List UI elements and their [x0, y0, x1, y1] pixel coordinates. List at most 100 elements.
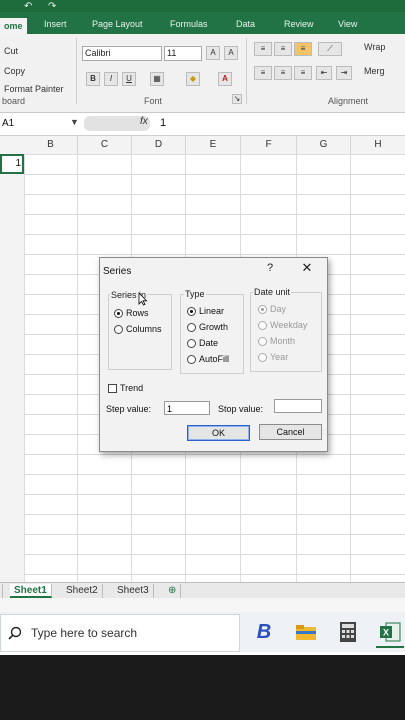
tab-home[interactable]: ome	[0, 18, 27, 34]
clipboard-group-label: board	[2, 96, 26, 106]
ribbon-separator	[76, 38, 77, 104]
file-explorer-icon[interactable]	[292, 618, 320, 646]
radio-selected-icon	[187, 306, 196, 316]
merge-center-button[interactable]: Merg	[364, 66, 385, 76]
column-header-d[interactable]: D	[132, 136, 186, 155]
date-year-radio[interactable]: Year	[258, 352, 288, 362]
wrap-text-button[interactable]: Wrap	[364, 42, 385, 52]
ribbon-tabs: ome Insert Page Layout Formulas Data Rev…	[0, 12, 405, 34]
name-box-dropdown-icon[interactable]: ▼	[70, 117, 79, 127]
radio-selected-icon	[258, 304, 267, 314]
tab-page-layout[interactable]: Page Layout	[92, 16, 143, 32]
option-label: Trend	[120, 383, 144, 393]
ok-button[interactable]: OK	[187, 425, 250, 441]
grid-line	[350, 154, 351, 582]
series-rows-radio[interactable]: Rows	[114, 308, 149, 318]
column-header-c[interactable]: C	[78, 136, 132, 155]
option-label: AutoFill	[199, 354, 230, 364]
insert-function-icon[interactable]: fx	[140, 116, 148, 127]
help-icon[interactable]: ?	[263, 262, 277, 274]
bing-app-icon[interactable]: B	[250, 618, 278, 646]
series-columns-radio[interactable]: Columns	[114, 324, 162, 334]
search-icon	[8, 626, 22, 640]
status-bar	[0, 598, 405, 612]
alignment-group-label: Alignment	[328, 96, 369, 106]
tab-data[interactable]: Data	[236, 16, 255, 32]
align-center-icon[interactable]: ≡	[274, 66, 292, 80]
sheet-tab-bar: Sheet1 Sheet2 Sheet3 ⊕	[0, 582, 405, 599]
align-bottom-icon[interactable]: ≡	[294, 42, 312, 56]
mouse-pointer-icon	[138, 292, 148, 306]
sheet-tab-1[interactable]: Sheet1	[10, 584, 52, 598]
stop-value-input[interactable]	[274, 399, 322, 413]
type-linear-radio[interactable]: Linear	[187, 306, 224, 316]
radio-icon	[258, 352, 267, 362]
option-label: Date	[199, 338, 219, 348]
type-growth-radio[interactable]: Growth	[187, 322, 228, 332]
font-color-icon[interactable]: A	[218, 72, 232, 86]
close-icon[interactable]: ✕	[300, 260, 314, 276]
underline-button[interactable]: U	[122, 72, 136, 86]
column-header-e[interactable]: E	[186, 136, 241, 155]
tab-review[interactable]: Review	[284, 16, 314, 32]
format-painter-button[interactable]: Format Painter	[4, 84, 64, 94]
trend-checkbox[interactable]: Trend	[108, 383, 143, 393]
windows-taskbar: Type here to search B X	[0, 612, 405, 652]
cut-button[interactable]: Cut	[4, 46, 18, 56]
bold-button[interactable]: B	[86, 72, 100, 86]
fill-color-icon[interactable]: ◆	[186, 72, 200, 86]
select-all-corner[interactable]	[0, 136, 25, 155]
column-header-f[interactable]: F	[241, 136, 297, 155]
active-cell[interactable]: 1	[0, 154, 24, 174]
excel-app-icon[interactable]: X	[376, 618, 404, 648]
name-box[interactable]: A1	[0, 116, 78, 131]
option-label: Weekday	[270, 320, 308, 330]
row-headers	[0, 154, 25, 582]
decrease-indent-icon[interactable]: ⇤	[316, 66, 332, 80]
date-month-radio[interactable]: Month	[258, 336, 295, 346]
formula-bar: A1 ▼ fx 1	[0, 113, 405, 136]
tab-formulas[interactable]: Formulas	[170, 16, 208, 32]
column-header-h[interactable]: H	[351, 136, 405, 155]
tab-insert[interactable]: Insert	[44, 16, 67, 32]
font-group-label: Font	[144, 96, 163, 106]
step-value-input[interactable]: 1	[164, 401, 210, 415]
font-name-box[interactable]: Calibri	[82, 46, 162, 61]
shrink-font-icon[interactable]: A	[224, 46, 238, 60]
calculator-icon[interactable]	[334, 618, 362, 646]
cancel-button[interactable]: Cancel	[259, 424, 322, 440]
option-label: Year	[270, 352, 289, 362]
column-header-g[interactable]: G	[297, 136, 351, 155]
increase-indent-icon[interactable]: ⇥	[336, 66, 352, 80]
new-sheet-icon[interactable]: ⊕	[164, 584, 182, 598]
grid-line	[77, 154, 78, 582]
align-top-icon[interactable]: ≡	[254, 42, 272, 56]
radio-icon	[187, 338, 196, 348]
align-left-icon[interactable]: ≡	[254, 66, 272, 80]
sheet-tab-3[interactable]: Sheet3	[113, 584, 154, 598]
column-header-b[interactable]: B	[24, 136, 78, 155]
sheet-nav[interactable]	[0, 584, 3, 598]
italic-button[interactable]: I	[104, 72, 118, 86]
option-label: Day	[270, 304, 287, 314]
grow-font-icon[interactable]: A	[206, 46, 220, 60]
font-size-box[interactable]: 11	[164, 46, 202, 61]
orientation-icon[interactable]: ⟋	[318, 42, 342, 56]
date-unit-label: Date unit	[253, 287, 292, 297]
align-middle-icon[interactable]: ≡	[274, 42, 292, 56]
font-dialog-launcher-icon[interactable]: ↘	[232, 94, 242, 104]
taskbar-search[interactable]: Type here to search	[0, 614, 240, 652]
step-value-label: Step value:	[106, 404, 152, 414]
formula-input[interactable]: 1	[160, 117, 166, 129]
date-day-radio[interactable]: Day	[258, 304, 286, 314]
date-weekday-radio[interactable]: Weekday	[258, 320, 307, 330]
type-autofill-radio[interactable]: AutoFill	[187, 354, 229, 364]
sheet-tab-2[interactable]: Sheet2	[62, 584, 103, 598]
radio-icon	[187, 322, 196, 332]
type-date-radio[interactable]: Date	[187, 338, 218, 348]
borders-icon[interactable]: ▦	[150, 72, 164, 86]
align-right-icon[interactable]: ≡	[294, 66, 312, 80]
copy-button[interactable]: Copy	[4, 66, 25, 76]
option-label: Rows	[126, 308, 149, 318]
tab-view[interactable]: View	[338, 16, 357, 32]
